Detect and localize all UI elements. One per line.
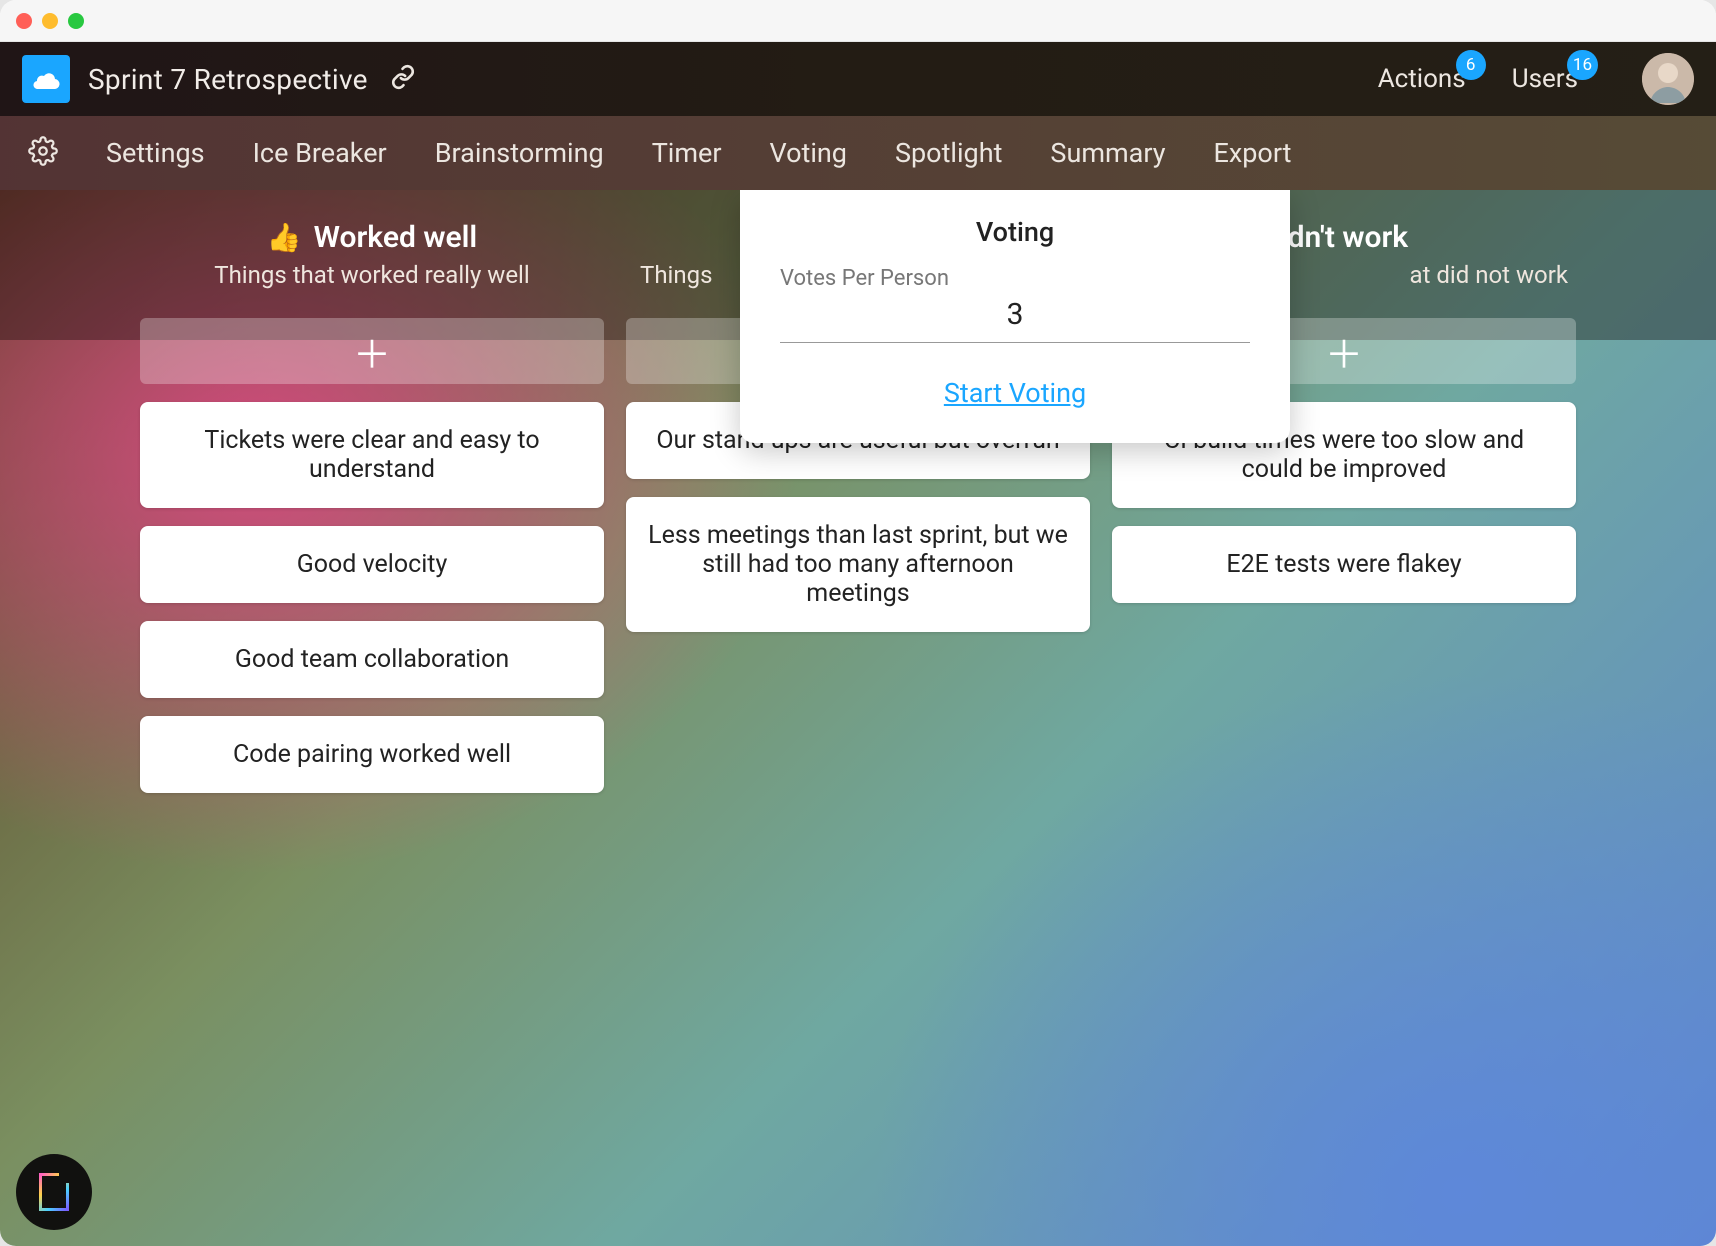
actions-label: Actions [1378,64,1466,94]
card[interactable]: Less meetings than last sprint, but we s… [626,497,1090,632]
board-title: Sprint 7 Retrospective [88,63,368,96]
traffic-lights [16,13,84,29]
app-fab-button[interactable] [16,1154,92,1230]
toolbar: Settings Ice Breaker Brainstorming Timer… [0,116,1716,190]
card[interactable]: Good team collaboration [140,621,604,698]
column-worked-well: 👍 Worked well Things that worked really … [140,204,604,793]
toolbar-item-export[interactable]: Export [1214,137,1292,169]
share-link-icon[interactable] [390,64,416,94]
toolbar-item-settings[interactable]: Settings [106,137,205,169]
toolbar-item-summary[interactable]: Summary [1050,137,1165,169]
column-title: Worked well [314,220,478,255]
plus-icon: ＋ [353,324,391,379]
users-badge: 16 [1567,50,1598,80]
toolbar-item-ice-breaker[interactable]: Ice Breaker [253,137,387,169]
minimize-window-button[interactable] [42,13,58,29]
app-logo[interactable] [22,55,70,103]
document-icon [39,1173,69,1211]
voting-popover: Voting Votes Per Person Start Voting [740,190,1290,443]
close-window-button[interactable] [16,13,32,29]
thumbs-up-icon: 👍 [267,221,302,254]
actions-button[interactable]: Actions 6 [1378,64,1466,94]
top-bar: Sprint 7 Retrospective Actions 6 Users 1… [0,42,1716,116]
column-header: 👍 Worked well Things that worked really … [140,204,604,304]
column-subtitle: Things that worked really well [140,261,604,289]
toolbar-item-spotlight[interactable]: Spotlight [895,137,1002,169]
plus-icon: ＋ [1325,324,1363,379]
actions-badge: 6 [1456,50,1486,80]
votes-per-person-input[interactable] [780,291,1250,343]
popover-title: Voting [780,216,1250,248]
users-button[interactable]: Users 16 [1512,64,1578,94]
column-title: idn't work [1280,220,1408,255]
card[interactable]: Code pairing worked well [140,716,604,793]
toolbar-item-timer[interactable]: Timer [652,137,722,169]
window-titlebar [0,0,1716,42]
toolbar-item-voting[interactable]: Voting [770,137,847,169]
add-card-button[interactable]: ＋ [140,318,604,384]
card[interactable]: Tickets were clear and easy to understan… [140,402,604,508]
fullscreen-window-button[interactable] [68,13,84,29]
gear-icon[interactable] [28,136,58,170]
card[interactable]: E2E tests were flakey [1112,526,1576,603]
toolbar-item-brainstorming[interactable]: Brainstorming [435,137,604,169]
start-voting-link[interactable]: Start Voting [944,377,1086,409]
avatar[interactable] [1642,53,1694,105]
votes-per-person-label: Votes Per Person [780,266,1250,291]
card[interactable]: Good velocity [140,526,604,603]
